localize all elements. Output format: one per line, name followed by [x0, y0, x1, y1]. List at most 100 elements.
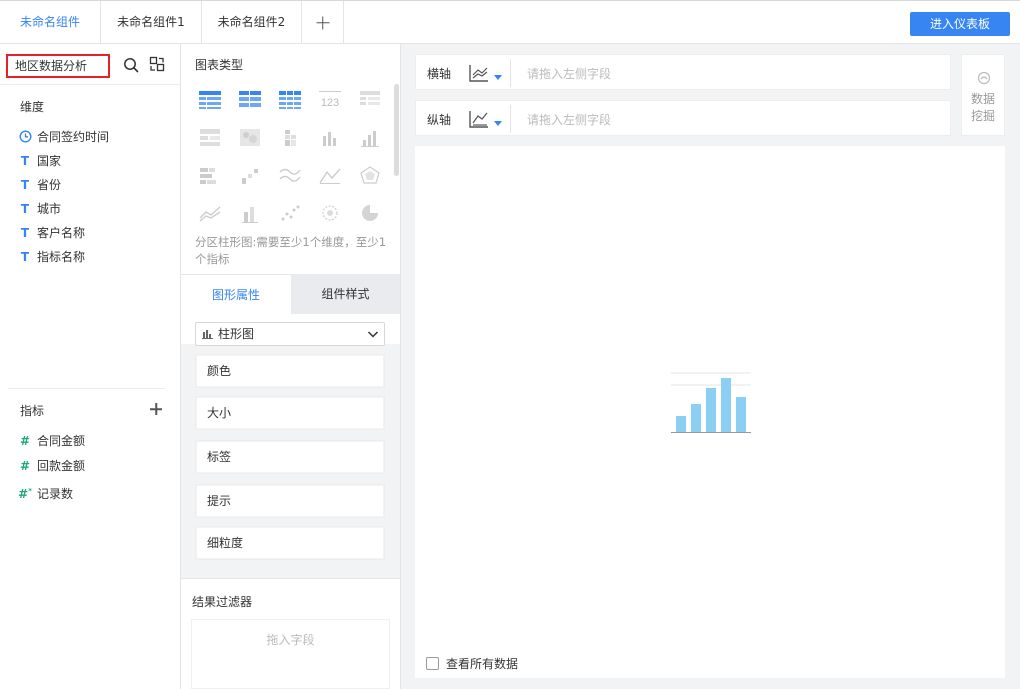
text-field-icon: T: [20, 202, 30, 216]
scatter-chart-icon[interactable]: [277, 202, 303, 224]
result-filter-title: 结果过滤器: [192, 595, 253, 609]
view-all-label: 查看所有数据: [446, 657, 519, 671]
horizontal-stacked-icon[interactable]: [197, 164, 223, 186]
dimension-title: 维度: [20, 100, 45, 114]
combo-chart-icon[interactable]: [237, 202, 263, 224]
x-axis-chart-icon[interactable]: [468, 63, 490, 83]
dimension-field[interactable]: T 客户名称: [18, 225, 85, 241]
property-color[interactable]: 颜色: [195, 354, 385, 388]
empty-chart-placeholder-icon: [671, 372, 751, 433]
add-tab-button[interactable]: [302, 1, 344, 44]
search-icon[interactable]: [123, 57, 139, 73]
divider: [0, 84, 180, 85]
metric-field[interactable]: #* 记录数: [18, 483, 74, 501]
stacked-bar-icon[interactable]: [277, 126, 303, 148]
clock-icon: [18, 129, 32, 145]
dimension-field[interactable]: T 城市: [18, 201, 61, 217]
property-size[interactable]: 大小: [195, 396, 385, 430]
metric-field[interactable]: # 合同金额: [18, 433, 85, 449]
y-axis-label: 纵轴: [427, 113, 452, 127]
text-field-icon: T: [20, 250, 30, 264]
field-label: 合同签约时间: [37, 130, 110, 144]
field-label: 城市: [37, 202, 62, 216]
dimension-field[interactable]: T 指标名称: [18, 249, 85, 265]
chevron-down-icon: [367, 331, 379, 338]
data-mining-icon: [977, 71, 991, 85]
field-label: 国家: [37, 154, 62, 168]
tab-component-1[interactable]: 未命名组件1: [101, 1, 202, 44]
field-label: 合同金额: [37, 434, 86, 448]
chart-type-scrollbar[interactable]: [394, 84, 399, 176]
list-chart-icon[interactable]: [357, 88, 383, 110]
radar-chart-icon[interactable]: [357, 164, 383, 186]
column-chart-icon[interactable]: [357, 126, 383, 148]
dimension-field[interactable]: 合同签约时间: [18, 129, 109, 145]
line-chart-icon[interactable]: [277, 164, 303, 186]
data-mining-button[interactable]: 数据 挖掘: [961, 54, 1005, 136]
pie-chart-icon[interactable]: [357, 202, 383, 224]
y-axis-row[interactable]: 纵轴 请拖入左侧字段: [415, 100, 951, 136]
data-mining-label-line2: 挖掘: [970, 109, 995, 123]
field-label: 记录数: [37, 487, 74, 501]
bar-chart-icon: [202, 330, 213, 339]
divider: [510, 105, 511, 133]
number-field-icon: #: [19, 434, 31, 448]
heatmap-icon[interactable]: [237, 126, 263, 148]
view-all-data[interactable]: 查看所有数据: [426, 656, 518, 672]
property-tooltip[interactable]: 提示: [195, 484, 385, 518]
switch-dataset-icon[interactable]: [149, 56, 165, 72]
kpi-chart-icon[interactable]: 123: [317, 88, 343, 110]
area-chart-icon[interactable]: [317, 164, 343, 186]
x-axis-drop-placeholder: 请拖入左侧字段: [527, 67, 612, 81]
result-filter-section: 结果过滤器 拖入字段: [181, 578, 400, 689]
dimension-field[interactable]: T 省份: [18, 177, 61, 193]
data-field-panel: 地区数据分析 维度 合同签约时间 T 国家 T 省份 T 城市 T 客户名称 T 指标名称…: [0, 44, 181, 689]
chart-type-select[interactable]: 柱形图: [195, 322, 385, 346]
x-axis-label: 横轴: [427, 67, 452, 81]
dataset-name[interactable]: 地区数据分析: [6, 54, 110, 78]
filter-drop-zone[interactable]: 拖入字段: [191, 619, 390, 689]
tab-component-0[interactable]: 未命名组件: [0, 1, 101, 44]
tab-component-2[interactable]: 未命名组件2: [202, 1, 302, 44]
number-field-icon: #: [19, 459, 31, 473]
record-count-icon: #*: [18, 487, 32, 501]
svg-text:123: 123: [321, 97, 339, 109]
y-axis-drop-placeholder: 请拖入左侧字段: [527, 113, 612, 127]
chart-canvas: 查看所有数据: [415, 146, 1005, 678]
metric-field[interactable]: # 回款金额: [18, 458, 85, 474]
group-table-icon[interactable]: [197, 126, 223, 148]
divider: [510, 59, 511, 87]
add-metric-icon[interactable]: [149, 402, 163, 416]
tab-component-style[interactable]: 组件样式: [291, 274, 400, 314]
text-field-icon: T: [20, 226, 30, 240]
field-label: 指标名称: [37, 250, 86, 264]
field-label: 回款金额: [37, 459, 86, 473]
view-all-checkbox[interactable]: [426, 657, 439, 670]
waterfall-icon[interactable]: [237, 164, 263, 186]
y-axis-caret-icon[interactable]: [494, 121, 502, 126]
multi-line-icon[interactable]: [197, 202, 223, 224]
property-label[interactable]: 标签: [195, 440, 385, 474]
x-axis-row[interactable]: 横轴 请拖入左侧字段: [415, 54, 951, 90]
dimension-field[interactable]: T 国家: [18, 153, 61, 169]
bar-chart-icon[interactable]: [317, 126, 343, 148]
component-tab-bar: 未命名组件 未命名组件1 未命名组件2 进入仪表板: [0, 0, 1020, 44]
enter-dashboard-button[interactable]: 进入仪表板: [910, 12, 1010, 36]
chart-type-title: 图表类型: [195, 58, 244, 72]
chart-config-panel: 图表类型 123 分区柱形图:需要至少1个维度，至少1个指标 图形属性 组件样式: [181, 44, 401, 689]
field-label: 客户名称: [37, 226, 86, 240]
property-granularity[interactable]: 细粒度: [195, 526, 385, 560]
text-field-icon: T: [20, 178, 30, 192]
chart-type-select-value: 柱形图: [218, 327, 255, 341]
text-field-icon: T: [20, 154, 30, 168]
x-axis-caret-icon[interactable]: [494, 75, 502, 80]
detail-table-icon[interactable]: [277, 88, 303, 110]
data-mining-label-line1: 数据: [970, 92, 995, 106]
y-axis-chart-icon[interactable]: [468, 109, 490, 129]
cross-table-icon[interactable]: [237, 88, 263, 110]
tab-graphic-properties[interactable]: 图形属性: [181, 274, 291, 314]
metric-title: 指标: [20, 404, 45, 418]
chart-type-hint: 分区柱形图:需要至少1个维度，至少1个指标: [195, 235, 387, 266]
bubble-chart-icon[interactable]: [317, 202, 343, 224]
table-chart-icon[interactable]: [197, 88, 223, 110]
